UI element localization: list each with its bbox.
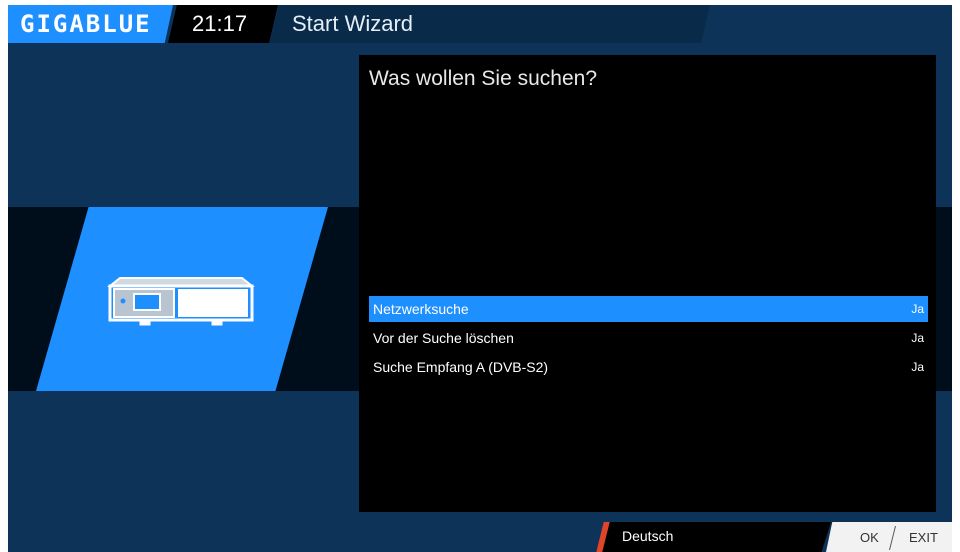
option-value: Ja — [911, 302, 924, 316]
top-bar: GIGABLUE 21:17 Start Wizard — [8, 5, 952, 43]
option-value: Ja — [911, 331, 924, 345]
ok-button[interactable]: OK — [860, 530, 879, 545]
option-vor-der-suche-loeschen[interactable]: Vor der Suche löschen Ja — [369, 325, 928, 351]
title-tab: Start Wizard — [270, 5, 710, 43]
receiver-icon — [107, 277, 255, 326]
clock: 21:17 — [192, 11, 248, 36]
wizard-question: Was wollen Sie suchen? — [369, 67, 598, 90]
option-label: Netzwerksuche — [373, 301, 469, 317]
logo-tab: GIGABLUE — [8, 5, 173, 43]
bottom-bar: Deutsch OK EXIT — [8, 522, 952, 552]
clock-tab: 21:17 — [168, 5, 278, 43]
frame-left — [0, 0, 8, 552]
option-suche-empfang-a[interactable]: Suche Empfang A (DVB-S2) Ja — [369, 354, 928, 380]
page-title: Start Wizard — [292, 11, 414, 36]
option-netzwerksuche[interactable]: Netzwerksuche Ja — [369, 296, 928, 322]
wizard-panel: Was wollen Sie suchen? Netzwerksuche Ja … — [359, 55, 936, 512]
brand-logo: GIGABLUE — [20, 10, 152, 38]
options-list: Netzwerksuche Ja Vor der Suche löschen J… — [369, 296, 928, 383]
option-label: Vor der Suche löschen — [373, 330, 514, 346]
language-button[interactable]: Deutsch — [622, 528, 673, 544]
option-label: Suche Empfang A (DVB-S2) — [373, 359, 549, 375]
frame-right — [952, 0, 960, 552]
exit-button[interactable]: EXIT — [909, 530, 938, 545]
option-value: Ja — [911, 360, 924, 374]
